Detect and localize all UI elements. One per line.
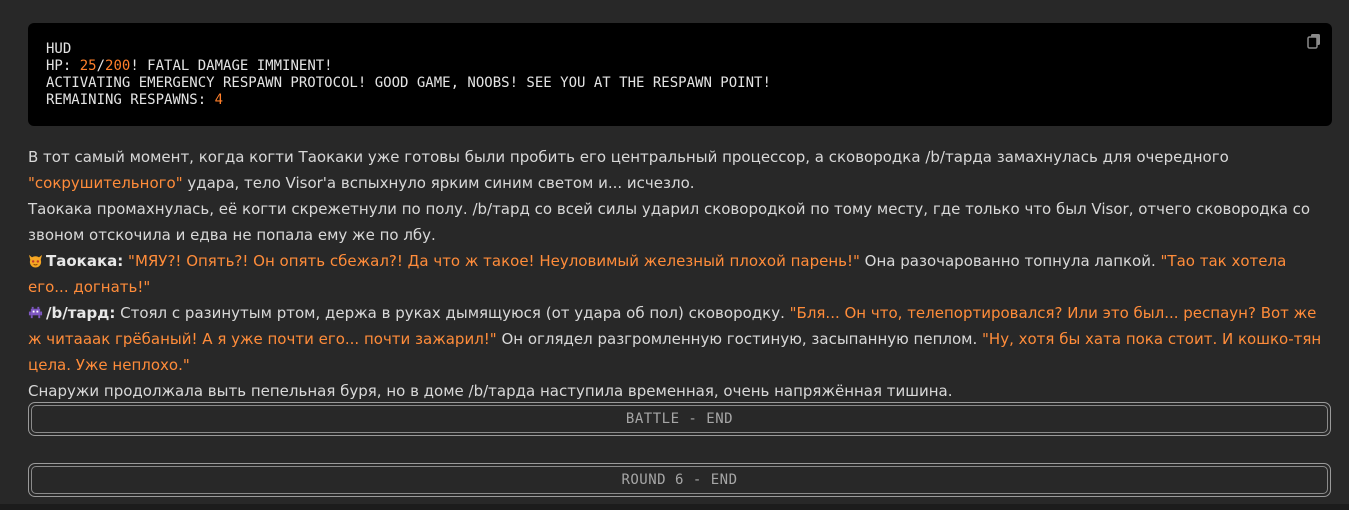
- speaker-name: Таокака:: [46, 252, 124, 270]
- round-end-box: ROUND 6 - END: [28, 463, 1331, 497]
- quote: "сокрушительного": [28, 174, 183, 192]
- copy-icon[interactable]: [1306, 33, 1322, 49]
- hp-current: 25: [79, 58, 97, 74]
- paragraph-4: /b/тард: Стоял с разинутым ртом, держа в…: [28, 300, 1328, 378]
- battle-end-label: BATTLE - END: [625, 411, 734, 427]
- hud-code-text: HUD HP: 25/200! FATAL DAMAGE IMMINENT! A…: [46, 41, 1314, 109]
- text: Он оглядел разгромленную гостиную, засып…: [496, 330, 983, 348]
- hp-label: HP:: [46, 58, 80, 74]
- respawns-label: REMAINING RESPAWNS:: [46, 92, 215, 108]
- cat-face-icon: [28, 254, 43, 268]
- hp-max: 200: [105, 58, 131, 74]
- alien-monster-icon: [28, 306, 43, 319]
- hp-separator: /: [96, 58, 106, 74]
- respawn-protocol-line: ACTIVATING EMERGENCY RESPAWN PROTOCOL! G…: [46, 75, 771, 91]
- horizontal-scrollbar[interactable]: [0, 504, 1349, 510]
- hp-warning: ! FATAL DAMAGE IMMINENT!: [130, 58, 333, 74]
- text: удара, тело Visor'а вспыхнуло ярким сини…: [182, 174, 695, 192]
- text: В тот самый момент, когда когти Таокаки …: [28, 148, 1229, 166]
- paragraph-3: Таокака: "МЯУ?! Опять?! Он опять сбежал?…: [28, 248, 1328, 300]
- paragraph-1: В тот самый момент, когда когти Таокаки …: [28, 144, 1328, 196]
- paragraph-2: Таокака промахнулась, её когти скрежетну…: [28, 196, 1328, 248]
- text: Она разочарованно топнула лапкой.: [859, 252, 1161, 270]
- previous-text-cutoff: [28, 0, 1328, 3]
- round-end-label: ROUND 6 - END: [621, 472, 738, 488]
- story-text: В тот самый момент, когда когти Таокаки …: [28, 144, 1328, 404]
- hud-title: HUD: [46, 41, 72, 57]
- text: Стоял с разинутым ртом, держа в руках ды…: [115, 304, 790, 322]
- respawns-value: 4: [214, 92, 224, 108]
- battle-end-box: BATTLE - END: [28, 402, 1331, 436]
- text: Снаружи продолжала выть пепельная буря, …: [28, 382, 953, 400]
- speaker-name: /b/тард:: [46, 304, 116, 322]
- paragraph-5: Снаружи продолжала выть пепельная буря, …: [28, 378, 1328, 404]
- hud-code-block: HUD HP: 25/200! FATAL DAMAGE IMMINENT! A…: [28, 23, 1332, 126]
- text: Таокака промахнулась, её когти скрежетну…: [28, 200, 1311, 244]
- quote: "МЯУ?! Опять?! Он опять сбежал?! Да что …: [128, 252, 860, 270]
